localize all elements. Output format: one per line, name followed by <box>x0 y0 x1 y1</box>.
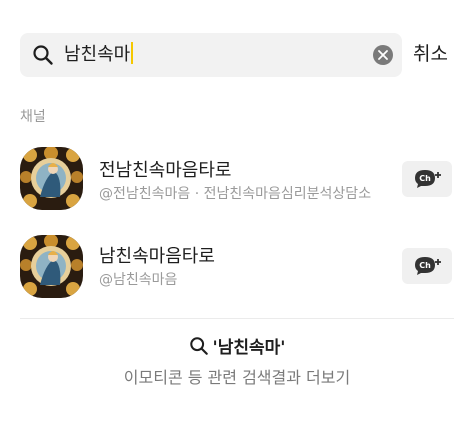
emoticon-query-text: '남친속마' <box>212 338 286 358</box>
emoticon-search-link[interactable]: '남친속마' <box>0 333 474 358</box>
add-channel-button[interactable]: Ch <box>402 248 452 284</box>
channel-avatar <box>20 147 83 210</box>
more-results-link[interactable]: 이모티콘 등 관련 검색결과 더보기 <box>0 364 474 388</box>
cancel-button[interactable]: 취소 <box>413 41 448 67</box>
channel-avatar <box>20 235 83 298</box>
channel-row[interactable]: 남친속마음타로 @남친속마음 Ch <box>0 235 474 305</box>
search-input-text: 남친속마 <box>64 44 131 65</box>
search-bar[interactable]: 남친속마 <box>20 33 402 77</box>
channel-subtitle: @남친속마음 <box>99 272 178 288</box>
text-caret <box>131 42 134 64</box>
search-icon <box>33 45 53 65</box>
divider <box>20 318 454 319</box>
add-channel-button[interactable]: Ch <box>402 161 452 197</box>
channel-name: 남친속마음타로 <box>99 246 215 267</box>
add-channel-icon: Ch <box>415 257 441 275</box>
channel-subtitle: @전남친속마음 · 전남친속마음심리분석상담소 <box>99 186 372 202</box>
clear-icon <box>378 50 388 60</box>
svg-text:Ch: Ch <box>419 261 431 270</box>
svg-text:Ch: Ch <box>419 174 431 183</box>
search-icon <box>189 337 208 355</box>
add-channel-icon: Ch <box>415 170 441 188</box>
clear-search-button[interactable] <box>373 45 393 65</box>
section-label-channels: 채널 <box>20 109 46 125</box>
channel-name: 전남친속마음타로 <box>99 160 232 181</box>
channel-row[interactable]: 전남친속마음타로 @전남친속마음 · 전남친속마음심리분석상담소 Ch <box>0 147 474 217</box>
search-input[interactable]: 남친속마 <box>64 41 134 69</box>
